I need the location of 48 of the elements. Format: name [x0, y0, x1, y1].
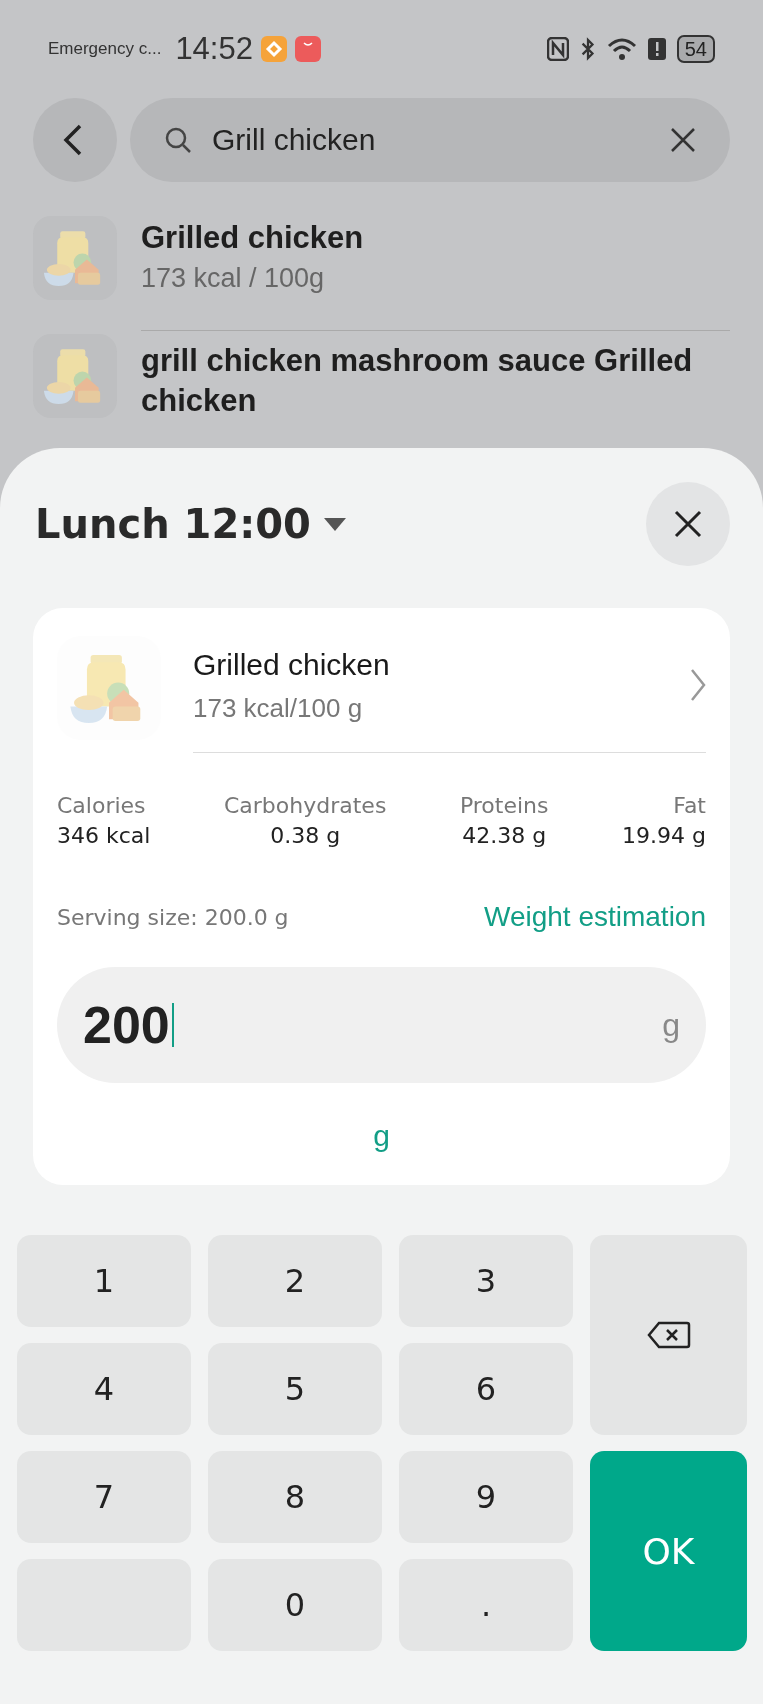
nutrient-label: Proteins — [459, 792, 549, 820]
wifi-icon — [606, 37, 637, 61]
carrier-label: Emergency c... — [48, 39, 162, 59]
keypad-key[interactable]: 1 — [17, 1235, 191, 1327]
keypad-key[interactable]: 9 — [399, 1451, 573, 1543]
store-notification-icon — [294, 36, 321, 62]
keypad-key[interactable]: 7 — [17, 1451, 191, 1543]
keypad-key[interactable]: 3 — [399, 1235, 573, 1327]
alert-icon — [646, 37, 667, 61]
keypad-key[interactable]: . — [399, 1559, 573, 1651]
result-name: grill chicken mashroom sauce Grilled chicken — [141, 342, 694, 420]
food-calories: 173 kcal/100 g — [193, 692, 364, 725]
nutrient-value: 0.38 g — [269, 822, 342, 850]
result-calories: 173 kcal / 100g — [141, 262, 326, 295]
search-field[interactable]: Grill chicken — [130, 98, 730, 182]
keypad-key[interactable]: 8 — [208, 1451, 382, 1543]
food-detail-link[interactable]: Grilled chicken 173 kcal/100 g — [193, 636, 706, 753]
keypad-key[interactable]: 2 — [208, 1235, 382, 1327]
chevron-right-icon — [690, 668, 706, 702]
back-button[interactable] — [33, 98, 117, 182]
nutrient-label: Carbohydrates — [223, 792, 387, 820]
keypad-key[interactable]: 5 — [208, 1343, 382, 1435]
food-name: Grilled chicken — [193, 647, 390, 683]
nutrient-value: 42.38 g — [461, 822, 548, 850]
nutrient-label: Fat — [672, 792, 706, 820]
keypad-key[interactable]: 6 — [399, 1343, 573, 1435]
result-name: Grilled chicken — [141, 219, 365, 257]
result-item[interactable]: grill chicken mashroom sauce Grilled chicken — [33, 320, 730, 441]
meal-time-dropdown[interactable]: Lunch 12:00 — [35, 501, 347, 547]
status-time: 14:52 — [175, 31, 253, 67]
battery-indicator: 54 — [676, 35, 715, 63]
serving-size: Serving size: 200.0 g — [57, 904, 289, 930]
amount-field[interactable]: 200 g — [57, 967, 706, 1083]
close-button[interactable] — [646, 482, 730, 566]
search-icon — [164, 126, 192, 154]
nutrient-value: 19.94 g — [622, 822, 706, 850]
dropdown-caret-icon — [322, 516, 347, 532]
backspace-icon — [646, 1321, 691, 1349]
app-notification-icon — [260, 36, 287, 62]
nutrient-value: 346 kcal — [57, 822, 151, 850]
keypad-key[interactable]: 4 — [17, 1343, 191, 1435]
text-cursor — [171, 1003, 175, 1047]
nutrient-label: Calories — [57, 792, 147, 820]
result-item[interactable]: Grilled chicken 173 kcal / 100g — [33, 208, 730, 320]
nfc-icon — [546, 37, 569, 61]
clear-icon[interactable] — [670, 127, 696, 153]
keypad-key[interactable]: 0 — [208, 1559, 382, 1651]
amount-unit: g — [662, 1006, 680, 1044]
